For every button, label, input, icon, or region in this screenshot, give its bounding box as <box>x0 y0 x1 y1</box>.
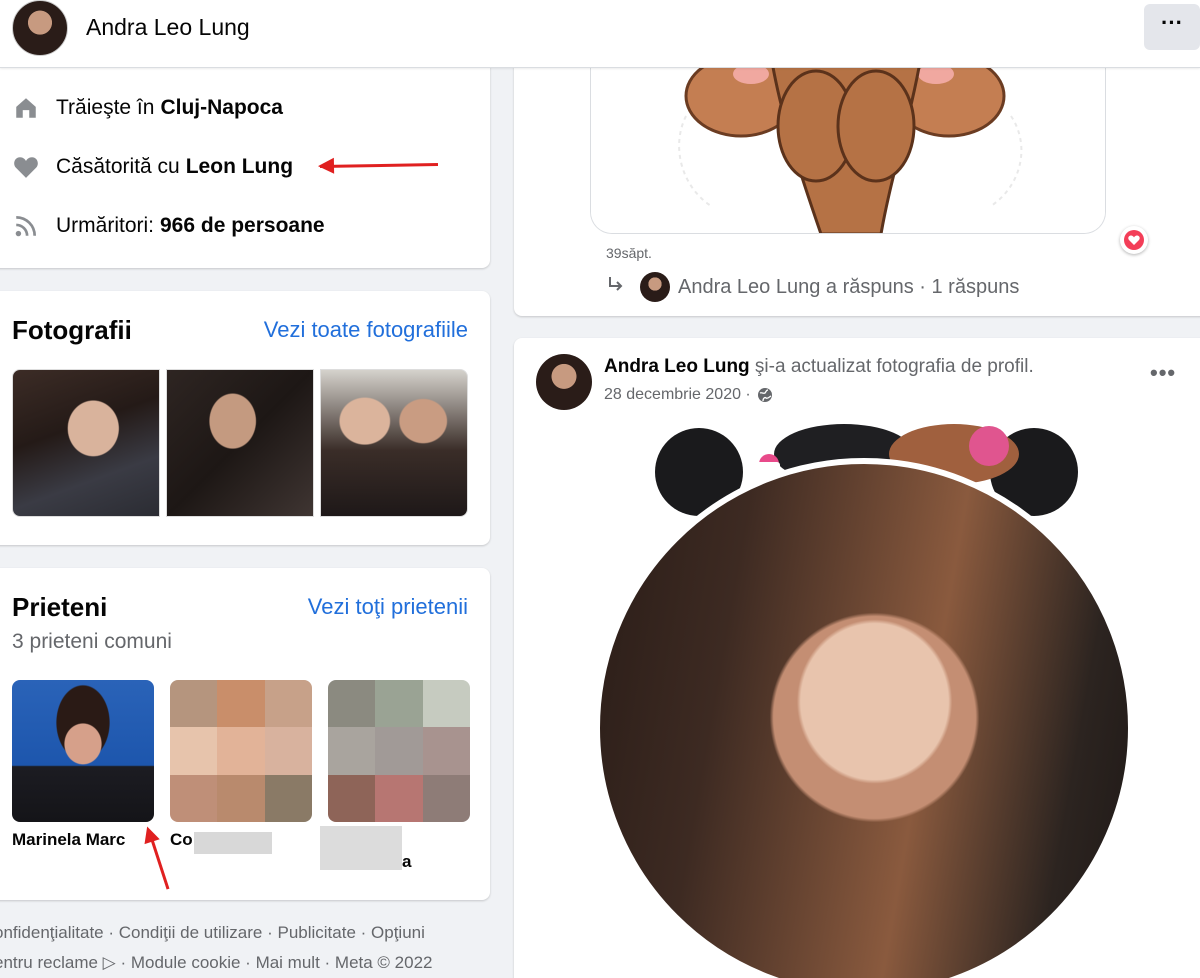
bear-sticker-icon <box>591 56 1105 233</box>
friend-name[interactable]: Marinela Marc <box>12 830 125 850</box>
footer-line[interactable]: entru reclame ▷ · Module cookie · Mai mu… <box>0 948 494 978</box>
redacted-name <box>320 826 402 870</box>
lives-prefix: Trăieşte în <box>56 96 155 119</box>
home-icon <box>12 94 40 122</box>
friend-photo-blurred[interactable] <box>328 680 470 822</box>
photos-title: Fotografii <box>12 315 132 345</box>
sticker-comment <box>590 56 1106 234</box>
friend-photo[interactable] <box>12 680 154 822</box>
friend-name[interactable]: a <box>402 852 411 872</box>
post-card: Andra Leo Lung şi-a actualizat fotografi… <box>514 338 1200 978</box>
photo-thumbnail[interactable] <box>166 369 314 517</box>
friends-card: Prieteni Vezi toţi prietenii 3 prieteni … <box>0 568 490 900</box>
married-prefix: Căsătorită cu <box>56 155 180 178</box>
rss-icon <box>12 212 40 240</box>
comment-timestamp[interactable]: 39săpt. <box>606 245 652 261</box>
followers-prefix: Urmăritori: <box>56 214 154 237</box>
reply-arrow-icon <box>606 274 626 300</box>
post-author[interactable]: Andra Leo Lung <box>604 356 750 377</box>
profile-header: Andra Leo Lung ··· <box>0 0 1200 68</box>
see-all-photos-link[interactable]: Vezi toate fotografiile <box>264 317 468 343</box>
intro-followers: Urmăritori: 966 de persoane <box>12 212 325 240</box>
friend-photo-blurred[interactable] <box>170 680 312 822</box>
see-all-friends-link[interactable]: Vezi toţi prietenii <box>308 594 468 620</box>
heart-reaction-icon[interactable] <box>1120 226 1148 254</box>
followers-count[interactable]: 966 de persoane <box>160 214 325 238</box>
avatar[interactable] <box>12 0 68 56</box>
heart-icon <box>12 153 40 181</box>
avatar[interactable] <box>536 354 592 410</box>
married-to[interactable]: Leon Lung <box>186 155 293 179</box>
intro-married: Căsătorită cu Leon Lung <box>12 153 293 181</box>
more-dots-icon[interactable]: ••• <box>1150 360 1176 386</box>
more-button[interactable]: ··· <box>1144 4 1200 50</box>
friends-title: Prieteni <box>12 592 108 622</box>
photo-thumbnail[interactable] <box>320 369 468 517</box>
intro-lives: Trăieşte în Cluj-Napoca <box>12 94 283 122</box>
reply-text: Andra Leo Lung a răspuns · 1 răspuns <box>678 275 1020 298</box>
comment-card: 39săpt. Andra Leo Lung a răspuns · 1 răs… <box>514 56 1200 316</box>
mutual-friends-count: 3 prieteni comuni <box>12 630 172 653</box>
avatar <box>640 272 670 302</box>
post-action: şi-a actualizat fotografia de profil. <box>749 356 1034 377</box>
friend-name[interactable]: Co <box>170 830 193 850</box>
redacted-name <box>194 832 272 854</box>
footer-line[interactable]: onfidenţialitate · Condiţii de utilizare… <box>0 918 494 948</box>
globe-icon <box>757 387 773 403</box>
lives-city[interactable]: Cluj-Napoca <box>160 96 283 120</box>
photos-card: Fotografii Vezi toate fotografiile <box>0 291 490 545</box>
footer-links: onfidenţialitate · Condiţii de utilizare… <box>0 918 494 978</box>
profile-photo[interactable] <box>594 458 1134 978</box>
post-header: Andra Leo Lung şi-a actualizat fotografi… <box>604 356 1034 378</box>
photo-thumbnail[interactable] <box>12 369 160 517</box>
replies-link[interactable]: Andra Leo Lung a răspuns · 1 răspuns <box>606 272 1019 302</box>
post-date[interactable]: 28 decembrie 2020 · <box>604 386 751 404</box>
profile-name[interactable]: Andra Leo Lung <box>86 14 250 41</box>
post-date-row: 28 decembrie 2020 · <box>604 386 773 404</box>
